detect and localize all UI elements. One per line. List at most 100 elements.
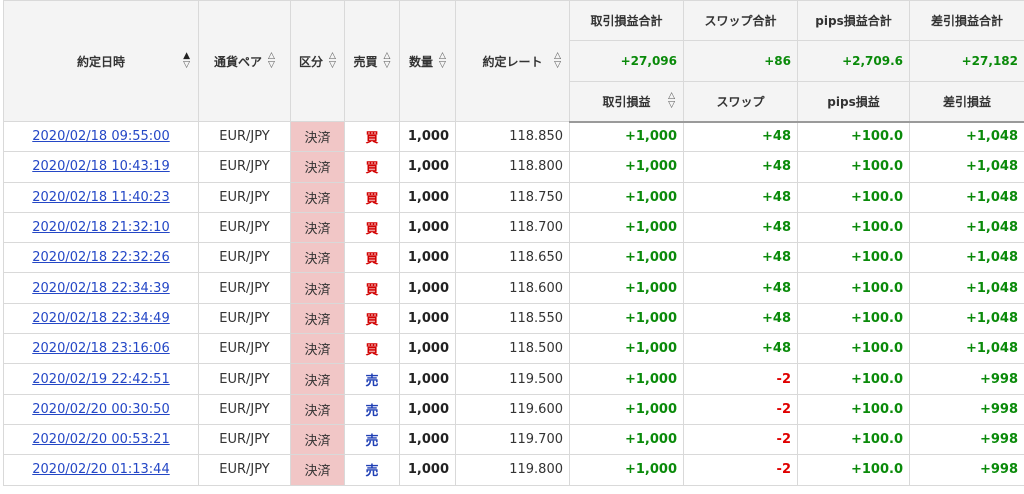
trade-date-link[interactable]: 2020/02/19 22:42:51 — [32, 372, 169, 387]
col-net-header: 差引損益 — [909, 81, 1024, 123]
net-cell: +1,048 — [909, 302, 1024, 335]
table-row: 2020/02/19 22:42:51 EUR/JPY 決済売 1,000 119.50… — [3, 363, 1024, 395]
swap-cell: -2 — [683, 454, 798, 486]
trade-date-link[interactable]: 2020/02/18 10:43:19 — [32, 159, 169, 174]
baibai-cell: 買 — [344, 211, 400, 244]
pnl-cell: +1,000 — [569, 423, 684, 456]
trade-date-cell: 2020/02/20 00:53:21 — [3, 423, 199, 456]
qty-cell: 1,000 — [399, 363, 456, 395]
trade-date-link[interactable]: 2020/02/18 11:40:23 — [32, 190, 169, 205]
qty-cell: 1,000 — [399, 423, 456, 456]
sort-icon[interactable]: △ ▽ — [384, 52, 391, 70]
trade-date-link[interactable]: 2020/02/20 00:53:21 — [32, 432, 169, 447]
sort-icon[interactable]: △ ▽ — [554, 52, 561, 70]
net-cell: +998 — [909, 363, 1024, 395]
qty-cell: 1,000 — [399, 302, 456, 335]
trade-date-link[interactable]: 2020/02/20 00:30:50 — [32, 402, 169, 417]
kubun-cell: 決済 — [290, 181, 345, 213]
pips-cell: +100.0 — [797, 181, 910, 213]
pips-cell: +100.0 — [797, 242, 910, 274]
pair-cell: EUR/JPY — [198, 363, 291, 395]
kubun-cell: 決済 — [290, 211, 345, 244]
swap-total-header: スワップ合計 — [683, 0, 798, 41]
baibai-cell: 買 — [344, 151, 400, 183]
kubun-cell: 決済 — [290, 151, 345, 183]
col-kubun-header[interactable]: 区分 △ ▽ — [290, 0, 345, 122]
kubun-cell: 決済 — [290, 302, 345, 335]
trade-date-cell: 2020/02/18 22:34:49 — [3, 302, 199, 335]
pnl-cell: +1,000 — [569, 454, 684, 486]
qty-cell: 1,000 — [399, 333, 456, 365]
sort-desc-icon: ▽ — [183, 60, 190, 70]
sort-icon[interactable]: △ ▽ — [329, 52, 336, 70]
pnl-cell: +1,000 — [569, 151, 684, 183]
col-pair-header[interactable]: 通貨ペア △ ▽ — [198, 0, 291, 122]
col-qty-header[interactable]: 数量 △ ▽ — [399, 0, 456, 122]
pnl-cell: +1,000 — [569, 333, 684, 365]
kubun-cell: 決済 — [290, 423, 345, 456]
trade-date-link[interactable]: 2020/02/18 09:55:00 — [32, 129, 169, 144]
col-date-label: 約定日時 — [76, 54, 125, 69]
trade-date-cell: 2020/02/19 22:42:51 — [3, 363, 199, 395]
pnl-total-value: +27,096 — [569, 40, 684, 82]
pips-cell: +100.0 — [797, 302, 910, 335]
trade-date-link[interactable]: 2020/02/18 22:32:26 — [32, 250, 169, 265]
pair-cell: EUR/JPY — [198, 242, 291, 274]
trade-date-link[interactable]: 2020/02/20 01:13:44 — [32, 462, 169, 477]
rate-cell: 118.600 — [455, 272, 570, 304]
col-pnl-header[interactable]: 取引損益 △ ▽ — [569, 81, 684, 123]
rate-cell: 118.800 — [455, 151, 570, 183]
sort-icon[interactable]: △ ▽ — [268, 52, 275, 70]
sort-icon[interactable]: △ ▽ — [439, 52, 446, 70]
col-pips-header: pips損益 — [797, 81, 910, 123]
qty-cell: 1,000 — [399, 393, 456, 425]
net-cell: +998 — [909, 454, 1024, 486]
net-cell: +998 — [909, 393, 1024, 425]
rate-cell: 119.500 — [455, 363, 570, 395]
net-cell: +998 — [909, 423, 1024, 456]
sort-icon[interactable]: ▲ ▽ — [183, 52, 190, 70]
trade-date-cell: 2020/02/18 22:32:26 — [3, 242, 199, 274]
pnl-cell: +1,000 — [569, 393, 684, 425]
rate-cell: 118.750 — [455, 181, 570, 213]
qty-cell: 1,000 — [399, 211, 456, 244]
pnl-cell: +1,000 — [569, 302, 684, 335]
table-row: 2020/02/20 00:53:21 EUR/JPY 決済売 1,000 119.70… — [3, 423, 1024, 456]
trade-date-cell: 2020/02/18 10:43:19 — [3, 151, 199, 183]
sort-desc-icon: ▽ — [268, 60, 275, 70]
col-rate-header[interactable]: 約定レート △ ▽ — [455, 0, 570, 122]
col-baibai-label: 売買 — [353, 54, 378, 69]
net-cell: +1,048 — [909, 333, 1024, 365]
trade-date-link[interactable]: 2020/02/18 22:34:49 — [32, 311, 169, 326]
pnl-cell: +1,000 — [569, 363, 684, 395]
trade-date-cell: 2020/02/18 09:55:00 — [3, 120, 199, 153]
sort-desc-icon: ▽ — [329, 60, 336, 70]
rate-cell: 118.500 — [455, 333, 570, 365]
col-date-header[interactable]: 約定日時 ▲ ▽ — [3, 0, 199, 122]
table-row: 2020/02/18 23:16:06 EUR/JPY 決済買 1,000 118.50… — [3, 333, 1024, 365]
trade-date-link[interactable]: 2020/02/18 21:32:10 — [32, 220, 169, 235]
rate-cell: 119.700 — [455, 423, 570, 456]
rate-cell: 118.550 — [455, 302, 570, 335]
pnl-cell: +1,000 — [569, 242, 684, 274]
swap-cell: -2 — [683, 423, 798, 456]
net-total-header: 差引損益合計 — [909, 0, 1024, 41]
col-baibai-header[interactable]: 売買 △ ▽ — [344, 0, 400, 122]
pair-cell: EUR/JPY — [198, 181, 291, 213]
pair-cell: EUR/JPY — [198, 120, 291, 153]
col-swap-header: スワップ — [683, 81, 798, 123]
net-cell: +1,048 — [909, 151, 1024, 183]
kubun-cell: 決済 — [290, 333, 345, 365]
trade-date-cell: 2020/02/20 00:30:50 — [3, 393, 199, 425]
trade-date-link[interactable]: 2020/02/18 22:34:39 — [32, 281, 169, 296]
kubun-cell: 決済 — [290, 242, 345, 274]
pair-cell: EUR/JPY — [198, 423, 291, 456]
rate-cell: 119.600 — [455, 393, 570, 425]
sort-desc-icon: ▽ — [383, 60, 391, 70]
pair-cell: EUR/JPY — [198, 393, 291, 425]
sort-icon[interactable]: △ ▽ — [668, 92, 675, 110]
table-row: 2020/02/20 01:13:44 EUR/JPY 決済売 1,000 119.80… — [3, 454, 1024, 486]
col-rate-label: 約定レート — [482, 54, 543, 69]
trade-date-link[interactable]: 2020/02/18 23:16:06 — [32, 341, 169, 356]
swap-cell: +48 — [683, 120, 798, 153]
